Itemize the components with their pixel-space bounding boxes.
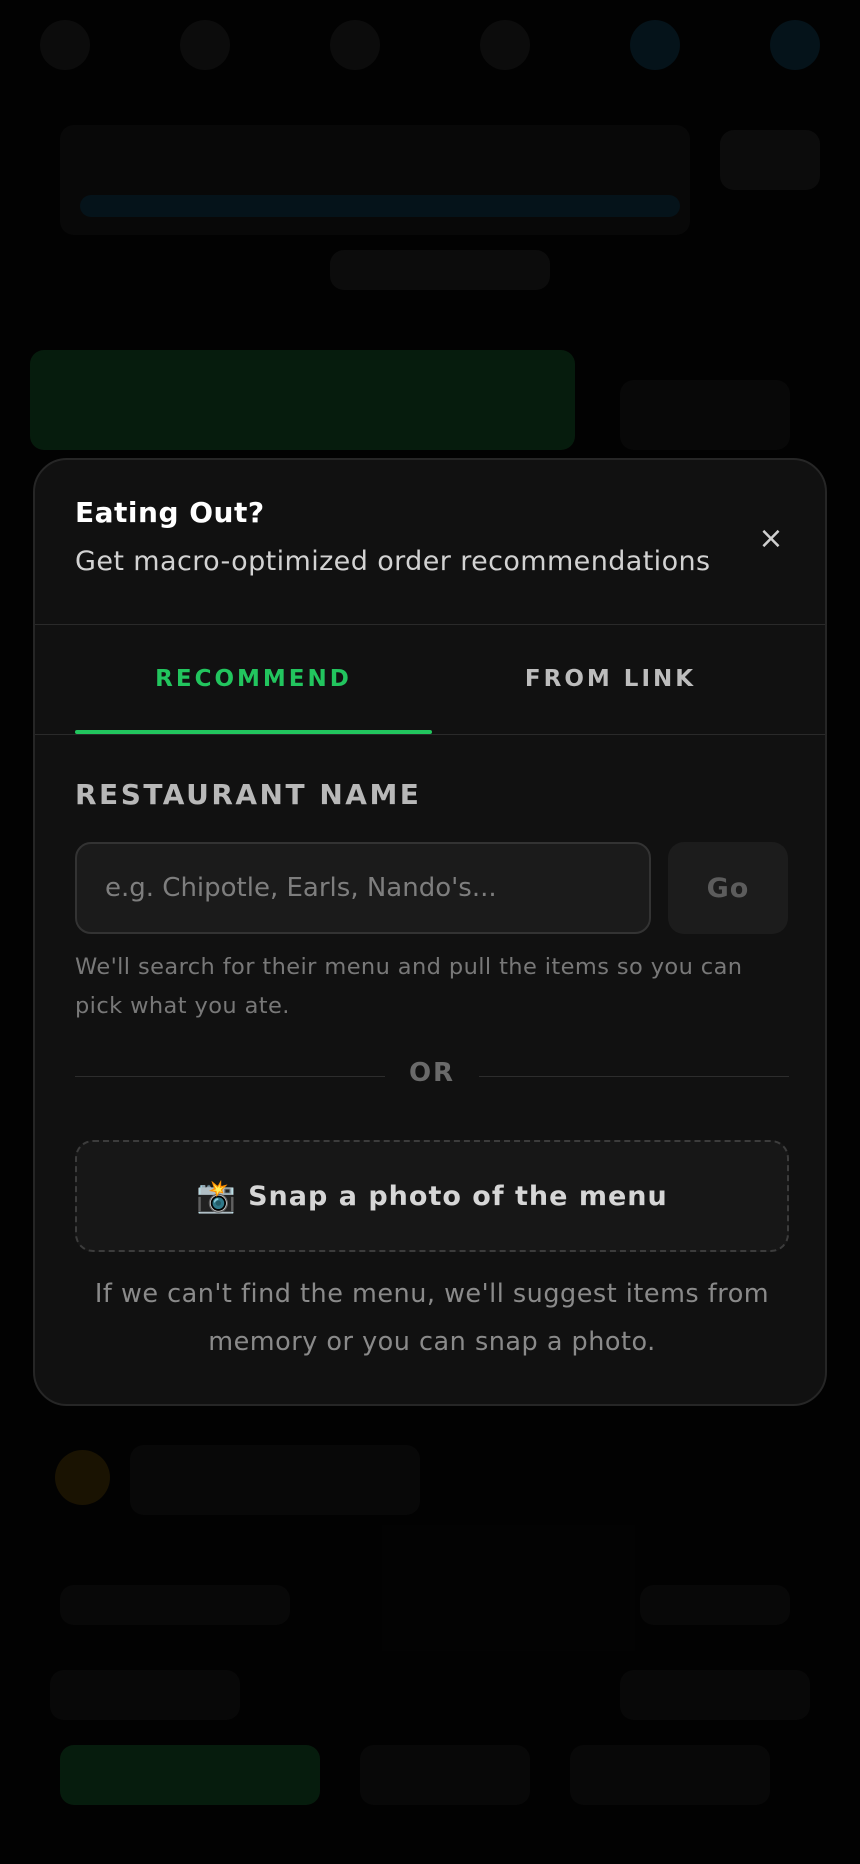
modal-title: Eating Out? [75,496,265,529]
tab-from-link-label: FROM LINK [524,666,697,692]
tab-recommend-label: RECOMMEND [155,666,352,692]
modal-header: Eating Out? Get macro-optimized order re… [35,460,825,624]
tabs-divider [35,734,825,735]
restaurant-helper-text: We'll search for their menu and pull the… [75,954,743,1019]
tab-recommend[interactable]: RECOMMEND [75,624,432,734]
tab-from-link[interactable]: FROM LINK [432,624,789,734]
camera-flash-icon: 📸 [196,1177,237,1215]
snap-menu-photo-button[interactable]: 📸 Snap a photo of the menu [75,1140,789,1252]
restaurant-name-input[interactable] [75,842,651,934]
or-text: OR [408,1058,456,1088]
snap-menu-photo-label: Snap a photo of the menu [248,1180,668,1212]
mode-tabs: RECOMMEND FROM LINK [75,624,789,734]
or-line-right [479,1076,789,1077]
eating-out-modal: Eating Out? Get macro-optimized order re… [33,458,827,1406]
fallback-footnote: If we can't find the menu, we'll suggest… [94,1279,770,1357]
modal-subtitle: Get macro-optimized order recommendation… [75,546,711,577]
or-divider: OR [75,1058,789,1094]
close-icon: × [758,520,784,556]
go-button[interactable]: Go [668,842,788,934]
close-button[interactable]: × [753,520,789,556]
restaurant-name-label: RESTAURANT NAME [75,778,422,811]
